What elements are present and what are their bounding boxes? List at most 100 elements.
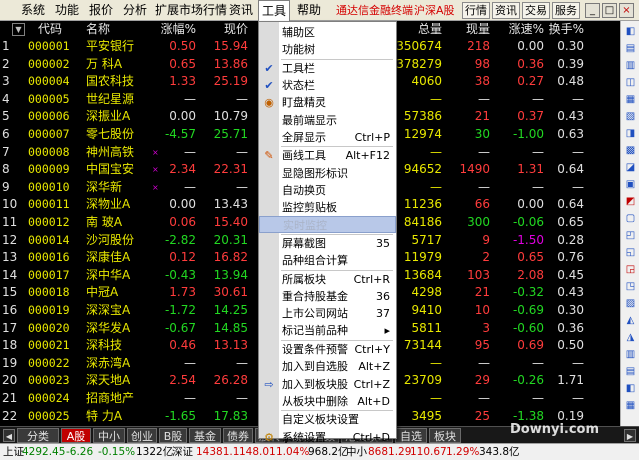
grid-icon[interactable]: ▦ [623,399,638,413]
menu-item-label: 系统设置 [282,430,326,444]
quad-icon[interactable]: ◲ [623,263,638,277]
pattern-icon[interactable]: ▨ [623,297,638,311]
menu-item[interactable]: 设置条件预警 Ctrl+Y [259,341,396,358]
current-volume: — [478,391,490,405]
total-volume: 12974 [403,127,442,141]
rise-speed: 2.08 [517,267,544,282]
sh-change: -6.26 [66,446,94,458]
tab-scroll-left-icon[interactable]: ◀ [3,429,15,442]
header-current-volume[interactable]: 现量 [446,21,490,38]
change-pct: 1.33 [169,74,196,89]
menu-item-shortcut: ▸ [384,324,390,338]
menu-item[interactable]: 上市公司网站 37 [259,305,396,322]
service-button[interactable]: 服务 [552,2,580,19]
menu-quote[interactable]: 报价 [86,0,116,21]
menu-item[interactable]: 自动换页 [259,182,396,199]
menu-help[interactable]: 帮助 [294,0,324,21]
window-icon[interactable]: ◪ [623,161,638,175]
menu-item[interactable]: 全屏显示 Ctrl+P [259,129,396,146]
table-icon[interactable]: ▩ [623,144,638,158]
menu-analysis[interactable]: 分析 [120,0,150,21]
menu-item[interactable]: ◉ 盯盘精灵 [259,94,396,111]
total-volume: 94652 [403,162,442,177]
list-icon[interactable]: ▤ [623,365,638,379]
menu-item[interactable]: ✎ 画线工具 Alt+F12 [259,147,396,164]
block-icon[interactable]: ▣ [623,178,638,192]
layout-icon[interactable]: ◧ [623,382,638,396]
menu-item[interactable]: 所属板块 Ctrl+R [259,271,396,288]
menu-item[interactable]: 显隐图形标识 [259,165,396,182]
tab-item[interactable]: 自选 [395,428,427,443]
split-icon[interactable]: ◨ [623,127,638,141]
header-total-volume[interactable]: 总量 [396,21,442,38]
menu-item[interactable]: ⇨ 加入到板块股 Ctrl+Z [259,376,396,393]
tab-item[interactable]: 板块 [429,428,461,443]
tab-item[interactable]: B股 [159,428,187,443]
menu-item[interactable]: 功能树 [259,41,396,58]
stock-name: 深科技 [86,338,123,353]
panel-icon[interactable]: ◫ [623,76,638,90]
menu-item[interactable]: 屏幕截图 35 [259,235,396,252]
columns-icon[interactable]: ▥ [623,59,638,73]
menu-extended-market[interactable]: 扩展市场行情 [154,0,228,21]
menu-item[interactable]: 加入到自选股 Alt+Z [259,358,396,375]
sort-toggle-icon[interactable]: ▼ [12,23,25,36]
header-turnover[interactable]: 换手% [548,21,584,38]
tab-item[interactable]: 分类 [17,428,59,443]
menu-item[interactable]: 标记当前品种 ▸ [259,322,396,339]
menu-item[interactable]: 品种组合计算 [259,252,396,269]
quad-icon[interactable]: ◰ [623,229,638,243]
rise-speed: 1.31 [517,162,544,177]
sector-icon[interactable]: ◩ [623,195,638,209]
chart-icon[interactable]: ▧ [623,110,638,124]
menu-item[interactable]: 监控剪贴板 [259,199,396,216]
header-code[interactable]: 代码 [38,21,62,38]
news-button[interactable]: 资讯 [492,2,520,19]
menu-system[interactable]: 系统 [18,0,48,21]
header-name[interactable]: 名称 [86,21,110,38]
tab-item[interactable]: A股 [61,428,91,443]
list-icon[interactable]: ▤ [623,42,638,56]
header-change-pct[interactable]: 涨幅% [150,21,196,38]
change-pct: 0.65 [169,56,196,71]
zx-value: 8681.29 [368,446,412,458]
stock-code: 000001 [28,39,70,53]
tab-item[interactable]: 中小 [93,428,125,443]
menu-news[interactable]: 资讯 [226,0,256,21]
trade-button[interactable]: 交易 [522,2,550,19]
change-pct: 0.00 [169,109,196,124]
maximize-icon[interactable]: □ [602,3,617,18]
quad-icon[interactable]: ◳ [623,280,638,294]
menu-function[interactable]: 功能 [52,0,82,21]
minimize-icon[interactable]: _ [585,3,600,18]
tab-item[interactable]: 债券 [223,428,253,443]
triangle-icon[interactable]: ◭ [623,314,638,328]
grid-icon[interactable]: ▦ [623,93,638,107]
columns-icon[interactable]: ▥ [623,348,638,362]
menu-item[interactable]: 实时监控 [259,216,396,234]
tab-item[interactable]: 基金 [189,428,221,443]
menu-item[interactable]: 从板块中删除 Alt+D [259,393,396,410]
row-index: 11 [2,215,18,229]
menu-item[interactable]: 重合持股基金 36 [259,288,396,305]
triangle-icon[interactable]: ◮ [623,331,638,345]
close-icon[interactable]: × [619,3,634,18]
tab-item[interactable]: 创业 [127,428,157,443]
menu-item[interactable]: 辅助区 [259,24,396,41]
stock-code: 000021 [28,338,70,353]
current-price: 17.83 [213,408,248,423]
menu-tools[interactable]: 工具 [258,0,290,22]
quad-icon[interactable]: ◱ [623,246,638,260]
header-price[interactable]: 现价 [200,21,248,38]
tab-scroll-right-icon[interactable]: ▶ [624,429,636,442]
layout-icon[interactable]: ◧ [623,25,638,39]
quote-button[interactable]: 行情 [462,2,490,19]
menu-item[interactable]: ✔ 工具栏 [259,60,396,77]
menu-item[interactable]: ⚙ 系统设置 Ctrl+D [259,429,396,446]
box-icon[interactable]: ▢ [623,212,638,226]
menu-item[interactable]: ✔ 状态栏 [259,77,396,94]
menu-item[interactable]: 最前端显示 [259,112,396,129]
header-rise-speed[interactable]: 涨速% [496,21,544,38]
zx-label: 中小 [346,446,367,458]
menu-item[interactable]: 自定义板块设置 [259,411,396,428]
